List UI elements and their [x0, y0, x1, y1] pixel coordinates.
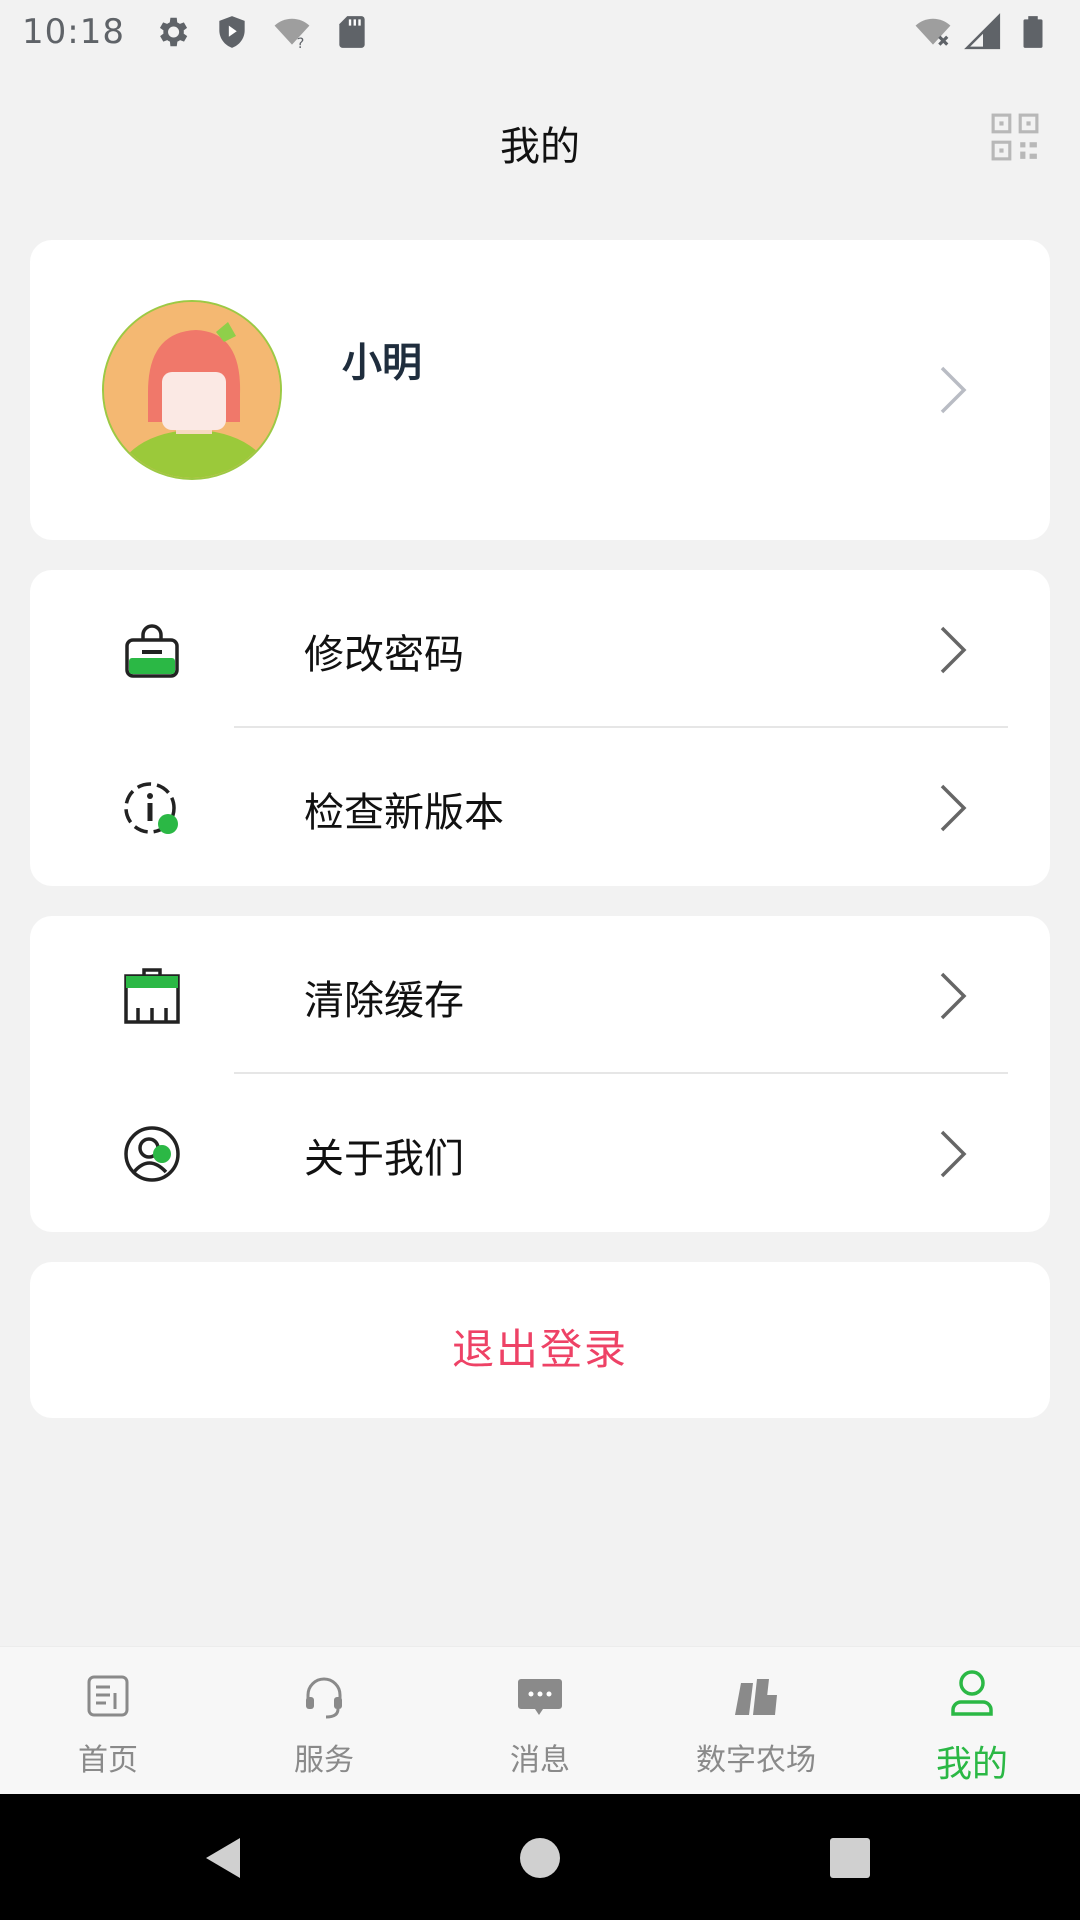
status-bar: 10:18 ?	[0, 0, 1080, 64]
username: 小明	[342, 340, 422, 386]
menu-item-clear-cache[interactable]: 清除缓存	[30, 916, 1050, 1076]
menu-item-label: 修改密码	[304, 632, 464, 678]
home-icon[interactable]	[516, 1834, 564, 1882]
tab-services[interactable]: 服务	[216, 1647, 432, 1794]
qr-code-icon[interactable]	[990, 112, 1040, 162]
tab-messages[interactable]: 消息	[432, 1647, 648, 1794]
menu-item-label: 清除缓存	[304, 978, 464, 1024]
chevron-right-icon[interactable]	[938, 624, 970, 676]
menu-item-label: 检查新版本	[304, 790, 504, 836]
chevron-right-icon[interactable]	[938, 1128, 970, 1180]
farm-icon	[735, 1679, 777, 1715]
page-title: 我的	[500, 124, 580, 170]
clear-cache-icon	[124, 968, 180, 1024]
menu-item-label: 关于我们	[304, 1136, 464, 1182]
tab-label: 消息	[510, 1743, 570, 1778]
avatar-icon[interactable]	[102, 300, 282, 480]
bottom-tab-bar: 首页 服务 消息 数字农场 我的	[0, 1646, 1080, 1794]
signal-icon	[964, 13, 1001, 50]
menu-item-change-password[interactable]: 修改密码	[30, 570, 1050, 730]
svg-text:?: ?	[297, 36, 305, 51]
page-header: 我的	[0, 90, 1080, 190]
logout-button[interactable]: 退出登录	[30, 1262, 1050, 1418]
tab-home[interactable]: 首页	[0, 1647, 216, 1794]
tab-label: 首页	[78, 1743, 138, 1778]
menu-item-about-us[interactable]: 关于我们	[30, 1074, 1050, 1234]
settings-icon	[159, 17, 188, 47]
tab-label: 数字农场	[696, 1743, 816, 1778]
home-doc-icon	[87, 1675, 129, 1717]
chevron-right-icon[interactable]	[938, 364, 970, 416]
wifi-question-icon: ?	[274, 18, 310, 51]
battery-icon	[1023, 16, 1043, 48]
lock-icon	[125, 624, 179, 678]
shield-play-icon	[219, 16, 245, 48]
tab-mine[interactable]: 我的	[864, 1647, 1080, 1794]
about-user-icon	[124, 1126, 180, 1182]
chevron-right-icon[interactable]	[938, 970, 970, 1022]
tab-digital-farm[interactable]: 数字农场	[648, 1647, 864, 1794]
headset-icon	[306, 1677, 342, 1719]
user-icon	[951, 1670, 993, 1716]
chevron-right-icon[interactable]	[938, 782, 970, 834]
wifi-off-icon	[915, 18, 951, 46]
profile-card[interactable]: 小明	[30, 240, 1050, 540]
system-nav-bar	[0, 1794, 1080, 1920]
menu-group-account: 修改密码 检查新版本	[30, 570, 1050, 886]
sd-card-icon	[339, 16, 365, 48]
menu-group-app: 清除缓存 关于我们	[30, 916, 1050, 1232]
back-icon[interactable]	[200, 1834, 248, 1882]
status-time: 10:18	[22, 12, 125, 52]
tab-label: 我的	[935, 1744, 1008, 1785]
logout-label: 退出登录	[451, 1325, 628, 1374]
recents-icon[interactable]	[826, 1834, 874, 1882]
message-icon	[518, 1679, 562, 1715]
tab-label: 服务	[294, 1743, 354, 1778]
info-update-icon	[124, 782, 178, 834]
menu-item-check-update[interactable]: 检查新版本	[30, 728, 1050, 888]
